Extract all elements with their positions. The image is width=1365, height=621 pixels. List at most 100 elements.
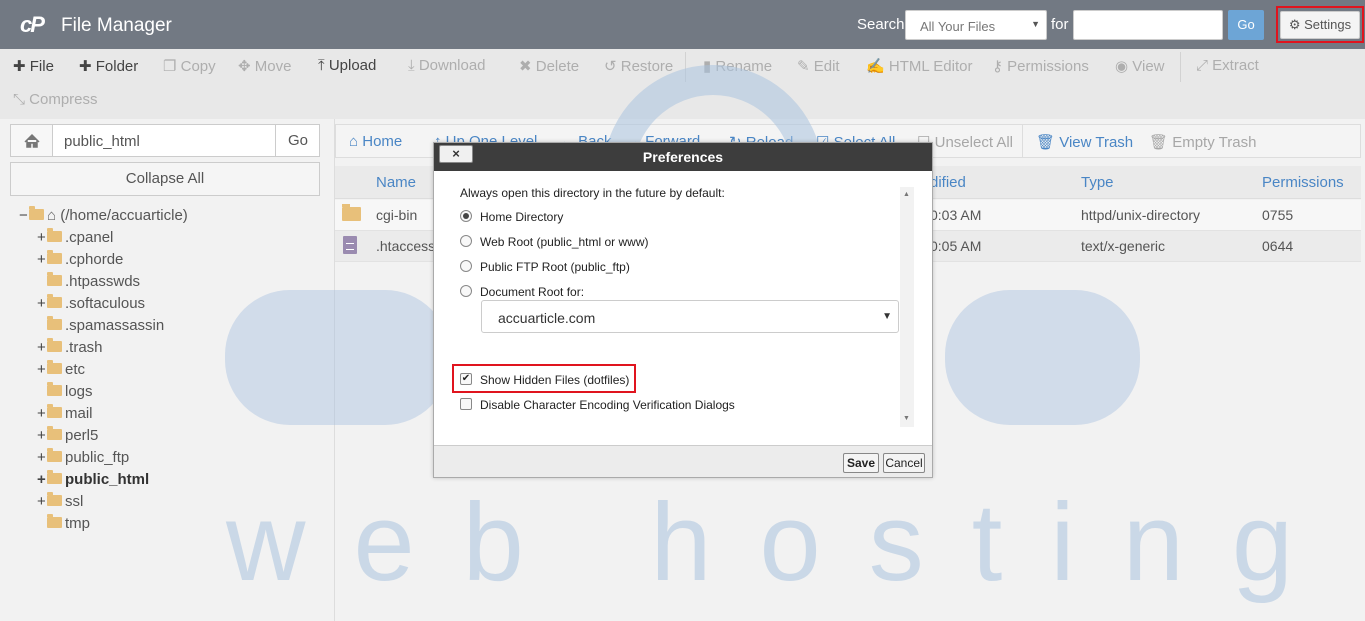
tree-item-perl5[interactable]: + perl5 bbox=[37, 426, 98, 446]
edit-label: Edit bbox=[813, 58, 840, 75]
plus-icon[interactable]: + bbox=[37, 470, 47, 490]
move-label: Move bbox=[254, 58, 292, 75]
tree-item-tmp[interactable]: tmp bbox=[37, 514, 90, 534]
edit-button[interactable]: ✎ Edit bbox=[797, 57, 840, 75]
tree-item-cphorde[interactable]: + .cphorde bbox=[37, 250, 123, 270]
tree-item-logs[interactable]: logs bbox=[37, 382, 93, 402]
close-icon: ✖ bbox=[519, 58, 536, 75]
radio-web-root-label: Web Root (public_html or www) bbox=[480, 235, 649, 249]
column-modified[interactable]: dified bbox=[930, 174, 966, 191]
folder-icon bbox=[47, 404, 62, 418]
dialog-close-button[interactable]: × bbox=[439, 145, 473, 163]
nav-divider bbox=[1022, 125, 1023, 157]
radio-home-directory-label: Home Directory bbox=[480, 210, 564, 224]
file-icon bbox=[343, 236, 357, 254]
collapse-all-button[interactable]: Collapse All bbox=[10, 162, 320, 196]
plus-icon[interactable]: + bbox=[37, 448, 47, 468]
radio-document-root[interactable] bbox=[460, 285, 472, 297]
trash-icon: 🗑 bbox=[1036, 134, 1060, 151]
folder-icon bbox=[47, 360, 62, 374]
scroll-down-icon[interactable]: ▼ bbox=[903, 415, 910, 422]
dialog-scrollbar[interactable]: ▲ ▼ bbox=[900, 187, 914, 427]
tree-item-spamassassin[interactable]: .spamassassin bbox=[37, 316, 164, 336]
copy-label: Copy bbox=[180, 58, 216, 75]
extract-label: Extract bbox=[1212, 57, 1259, 74]
delete-label: Delete bbox=[535, 58, 580, 75]
search-scope-select[interactable]: All Your Files ▼ bbox=[905, 10, 1047, 40]
empty-trash-button[interactable]: 🗑 Empty Trash bbox=[1149, 133, 1256, 151]
view-button[interactable]: ◉ View bbox=[1115, 57, 1165, 75]
copy-button[interactable]: ❐ Copy bbox=[163, 57, 216, 75]
tree-item-label: .cpanel bbox=[65, 229, 114, 246]
folder-icon bbox=[47, 272, 62, 286]
radio-document-root-label: Document Root for: bbox=[480, 285, 585, 299]
cpanel-logo[interactable]: cP bbox=[20, 13, 52, 37]
tree-item-label: public_html bbox=[65, 471, 150, 488]
radio-public-ftp-root[interactable] bbox=[460, 260, 472, 272]
tree-item-mail[interactable]: + mail bbox=[37, 404, 93, 424]
minus-icon[interactable]: − bbox=[19, 206, 29, 226]
search-input[interactable] bbox=[1073, 10, 1223, 40]
tree-item-label: perl5 bbox=[65, 427, 99, 444]
plus-icon[interactable]: + bbox=[37, 294, 47, 314]
save-button[interactable]: Save bbox=[843, 453, 879, 473]
plus-icon[interactable]: + bbox=[37, 492, 47, 512]
html-editor-label: HTML Editor bbox=[888, 58, 973, 75]
folder-icon bbox=[47, 250, 62, 264]
plus-icon[interactable]: + bbox=[37, 404, 47, 424]
tree-root[interactable]: − ⌂ (/home/accuarticle) bbox=[19, 206, 188, 226]
delete-button[interactable]: ✖ Delete bbox=[519, 57, 579, 75]
plus-icon[interactable]: + bbox=[37, 426, 47, 446]
key-icon: ⚷ bbox=[992, 58, 1008, 75]
tree-item-public-html[interactable]: + public_html bbox=[37, 470, 149, 490]
html-editor-button[interactable]: ✍ HTML Editor bbox=[866, 57, 973, 75]
plus-icon[interactable]: + bbox=[37, 250, 47, 270]
restore-button[interactable]: ↺ Restore bbox=[604, 57, 673, 75]
compress-icon: ⤡ bbox=[13, 91, 30, 108]
tree-item-ssl[interactable]: + ssl bbox=[37, 492, 83, 512]
download-label: Download bbox=[418, 57, 486, 74]
path-input[interactable]: public_html bbox=[64, 133, 140, 150]
tree-item-cpanel[interactable]: + .cpanel bbox=[37, 228, 113, 248]
domain-select[interactable]: accuarticle.com ▼ bbox=[481, 300, 899, 333]
file-modified: 0:05 AM bbox=[930, 238, 982, 254]
tree-item-trash[interactable]: + .trash bbox=[37, 338, 103, 358]
move-button[interactable]: ✥ Move bbox=[238, 57, 291, 75]
plus-icon[interactable]: + bbox=[37, 338, 47, 358]
toolbar-divider bbox=[685, 52, 686, 82]
disable-encoding-checkbox[interactable] bbox=[460, 398, 472, 410]
compress-button[interactable]: ⤡ Compress bbox=[13, 91, 98, 108]
nav-home-button[interactable]: ⌂ Home bbox=[349, 133, 402, 150]
domain-select-value: accuarticle.com bbox=[498, 310, 596, 326]
home-button[interactable] bbox=[11, 125, 53, 156]
upload-label: Upload bbox=[328, 57, 377, 74]
plus-icon[interactable]: + bbox=[37, 228, 47, 248]
cancel-button[interactable]: Cancel bbox=[883, 453, 925, 473]
column-type[interactable]: Type bbox=[1081, 174, 1114, 191]
search-go-button[interactable]: Go bbox=[1228, 10, 1264, 40]
radio-home-directory[interactable] bbox=[460, 210, 472, 222]
tree-item-softaculous[interactable]: + .softaculous bbox=[37, 294, 145, 314]
column-name[interactable]: Name bbox=[376, 174, 416, 191]
new-file-button[interactable]: ✚ File bbox=[13, 57, 54, 75]
upload-button[interactable]: ⤒ Upload bbox=[318, 57, 376, 74]
radio-web-root[interactable] bbox=[460, 235, 472, 247]
extract-button[interactable]: ⤢ Extract bbox=[1196, 57, 1259, 74]
disable-encoding-label: Disable Character Encoding Verification … bbox=[480, 398, 735, 412]
rename-button[interactable]: ▮ Rename bbox=[703, 57, 772, 75]
plus-icon[interactable]: + bbox=[37, 360, 47, 380]
permissions-button[interactable]: ⚷ Permissions bbox=[992, 57, 1089, 75]
download-button[interactable]: ⤓ Download bbox=[408, 57, 486, 74]
scroll-up-icon[interactable]: ▲ bbox=[903, 191, 910, 198]
tree-item-htpasswds[interactable]: .htpasswds bbox=[37, 272, 140, 292]
upload-icon: ⤒ bbox=[318, 57, 329, 74]
path-go-button[interactable]: Go bbox=[275, 125, 320, 156]
view-trash-button[interactable]: 🗑 View Trash bbox=[1036, 133, 1133, 151]
empty-trash-label: Empty Trash bbox=[1172, 134, 1257, 151]
tree-item-public-ftp[interactable]: + public_ftp bbox=[37, 448, 129, 468]
folder-open-icon bbox=[29, 206, 44, 220]
tree-item-etc[interactable]: + etc bbox=[37, 360, 85, 380]
column-permissions[interactable]: Permissions bbox=[1262, 174, 1344, 191]
folder-icon bbox=[47, 426, 62, 440]
new-folder-button[interactable]: ✚ Folder bbox=[79, 57, 138, 75]
